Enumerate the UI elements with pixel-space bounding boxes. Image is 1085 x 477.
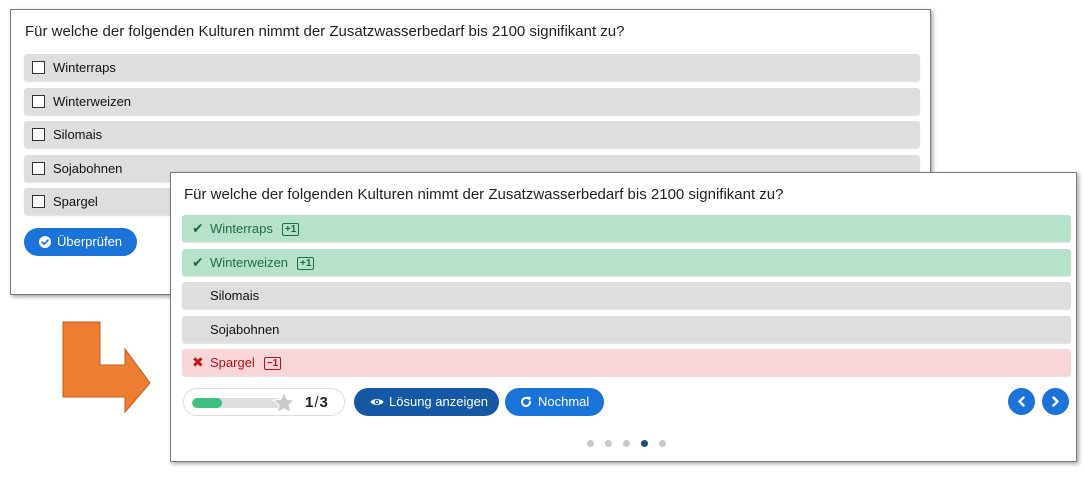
answer-label: Winterraps: [210, 221, 273, 236]
score-badge: −1: [263, 357, 282, 370]
checkbox[interactable]: [32, 161, 45, 175]
answer-label: Spargel: [53, 194, 98, 209]
answer-option-neutral: Sojabohnen: [182, 315, 1071, 343]
previous-slide-button[interactable]: [1008, 388, 1035, 415]
score-max: 3: [319, 394, 328, 411]
quiz-panel-after-check: Für welche der folgenden Kulturen nimmt …: [170, 172, 1077, 462]
score-indicator: 1/3: [183, 388, 345, 416]
next-slide-button[interactable]: [1042, 388, 1069, 415]
pager-dot[interactable]: [659, 440, 666, 447]
answer-label: Silomais: [53, 127, 103, 142]
answer-option[interactable]: Winterraps: [24, 54, 920, 81]
show-solution-button[interactable]: Lösung anzeigen: [354, 388, 499, 416]
checkbox[interactable]: [32, 195, 45, 208]
show-solution-label: Lösung anzeigen: [389, 394, 489, 409]
answer-label: Sojabohnen: [53, 160, 123, 176]
retry-label: Nochmal: [538, 394, 590, 409]
score-badge: +1: [297, 256, 315, 270]
checkmark-icon: ✔: [192, 220, 204, 236]
answer-label: Silomais: [210, 288, 260, 303]
check-button-label: Überprüfen: [57, 234, 123, 249]
cross-icon: ✖: [192, 354, 204, 370]
screenshot-canvas: Für welche der folgenden Kulturen nimmt …: [0, 0, 1085, 477]
retry-button[interactable]: Nochmal: [505, 388, 604, 416]
score-badge: +1: [281, 223, 300, 236]
eye-icon: [370, 399, 384, 405]
answer-label: Spargel: [210, 355, 255, 370]
answer-list: ✔ Winterraps +1 ✔ Winterweizen +1 Silomais…: [182, 215, 1071, 383]
answer-option-correct: ✔ Winterweizen +1: [182, 248, 1071, 276]
question-text: Für welche der folgenden Kulturen nimmt …: [25, 23, 625, 40]
pager-dot[interactable]: [641, 440, 648, 447]
score-value: 1: [305, 394, 314, 411]
star-icon: [272, 391, 296, 414]
answer-label: Sojabohnen: [210, 321, 280, 337]
check-button[interactable]: Überprüfen: [24, 228, 137, 256]
answer-option-neutral: Silomais: [182, 282, 1071, 309]
answer-option[interactable]: Silomais: [24, 121, 920, 148]
checkbox[interactable]: [32, 128, 45, 141]
answer-option-correct: ✔ Winterraps +1: [182, 215, 1071, 242]
answer-label: Winterweizen: [210, 254, 289, 270]
checkmark-icon: ✔: [192, 253, 204, 270]
chevron-left-icon: [1018, 396, 1025, 407]
score-text: 1/3: [305, 394, 328, 411]
answer-option-wrong: ✖ Spargel −1: [182, 349, 1071, 376]
pager-dot[interactable]: [605, 440, 612, 447]
answer-label: Winterweizen: [53, 93, 132, 109]
check-circle-icon: [39, 236, 51, 248]
answer-label: Winterraps: [53, 60, 116, 75]
checkbox[interactable]: [32, 61, 45, 74]
score-separator: /: [314, 394, 319, 411]
bent-arrow-icon: [62, 321, 151, 413]
question-text: Für welche der folgenden Kulturen nimmt …: [184, 186, 784, 203]
retry-icon: [521, 396, 531, 407]
score-progress-fill: [192, 398, 222, 408]
score-progress-bar: [192, 398, 282, 408]
chevron-right-icon: [1052, 396, 1059, 407]
pager-dot[interactable]: [587, 440, 594, 447]
pager-dot[interactable]: [623, 440, 630, 447]
checkbox[interactable]: [32, 94, 45, 108]
answer-option[interactable]: Winterweizen: [24, 87, 920, 115]
